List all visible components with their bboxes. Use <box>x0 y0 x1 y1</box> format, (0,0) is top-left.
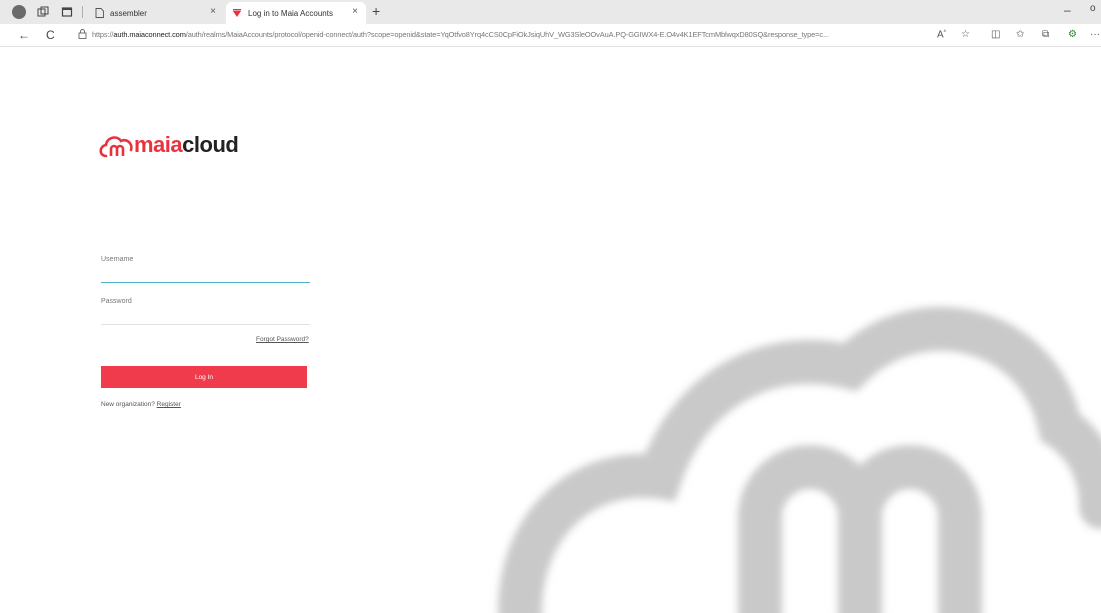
minimize-icon[interactable]: – <box>1064 3 1071 17</box>
collections-icon[interactable]: ⧉ <box>1042 29 1049 40</box>
tab-assembler[interactable]: assembler × <box>88 2 224 24</box>
workspaces-icon[interactable] <box>36 5 50 19</box>
username-label: Username <box>101 256 134 263</box>
maiacloud-logo: maiacloud <box>98 131 239 159</box>
tab-separator <box>82 6 83 18</box>
register-link[interactable]: Register <box>157 401 181 408</box>
tab-actions-icon[interactable] <box>60 5 74 19</box>
tab-label: assembler <box>110 8 147 18</box>
more-icon[interactable]: ··· <box>1090 29 1100 40</box>
logo-wordmark: maiacloud <box>134 132 239 158</box>
logo-maia: maia <box>134 132 183 157</box>
back-icon[interactable]: ← <box>18 28 30 42</box>
register-prompt: New organization? Register <box>101 401 181 408</box>
login-page: maiacloud Username Password Forgot Passw… <box>0 47 1101 613</box>
login-button[interactable]: Log In <box>101 366 307 388</box>
split-screen-icon[interactable]: ◫ <box>991 29 1000 40</box>
refresh-icon[interactable]: C <box>46 28 55 42</box>
new-tab-icon[interactable]: + <box>372 3 380 19</box>
password-field[interactable] <box>101 312 310 325</box>
cloud-logo-icon <box>99 136 133 158</box>
extensions-icon[interactable]: ⚙ <box>1068 29 1077 40</box>
username-field[interactable] <box>101 270 310 283</box>
url-path: /auth/realms/MaiaAccounts/protocol/openi… <box>185 30 829 39</box>
browser-tab-bar: assembler × Log in to Maia Accounts × + … <box>0 0 1101 24</box>
window-control-icon[interactable]: o <box>1090 3 1096 14</box>
read-aloud-icon[interactable]: Aᴬ <box>937 29 946 40</box>
url-field[interactable]: https://auth.maiaconnect.com/auth/realms… <box>92 30 928 39</box>
password-label: Password <box>101 298 132 305</box>
favorites-icon[interactable]: ✩ <box>1016 29 1024 40</box>
tab-label: Log in to Maia Accounts <box>248 8 333 18</box>
favorite-star-icon[interactable]: ☆ <box>961 29 970 40</box>
url-prefix: https:// <box>92 30 114 39</box>
url-domain: auth.maiaconnect.com <box>113 30 186 39</box>
forgot-password-link[interactable]: Forgot Password? <box>256 336 309 343</box>
logo-cloud: cloud <box>182 132 239 157</box>
page-icon <box>94 8 104 18</box>
site-info-icon[interactable] <box>78 29 87 41</box>
profile-avatar-icon[interactable] <box>12 5 26 19</box>
register-prefix: New organization? <box>101 401 155 408</box>
address-bar: ← C https://auth.maiaconnect.com/auth/re… <box>0 24 1101 47</box>
close-icon[interactable]: × <box>210 6 216 17</box>
maia-favicon-icon <box>232 8 242 18</box>
tab-maia-login[interactable]: Log in to Maia Accounts × <box>226 2 366 24</box>
read-aloud-glyph: A <box>937 29 944 41</box>
close-icon[interactable]: × <box>352 6 358 17</box>
